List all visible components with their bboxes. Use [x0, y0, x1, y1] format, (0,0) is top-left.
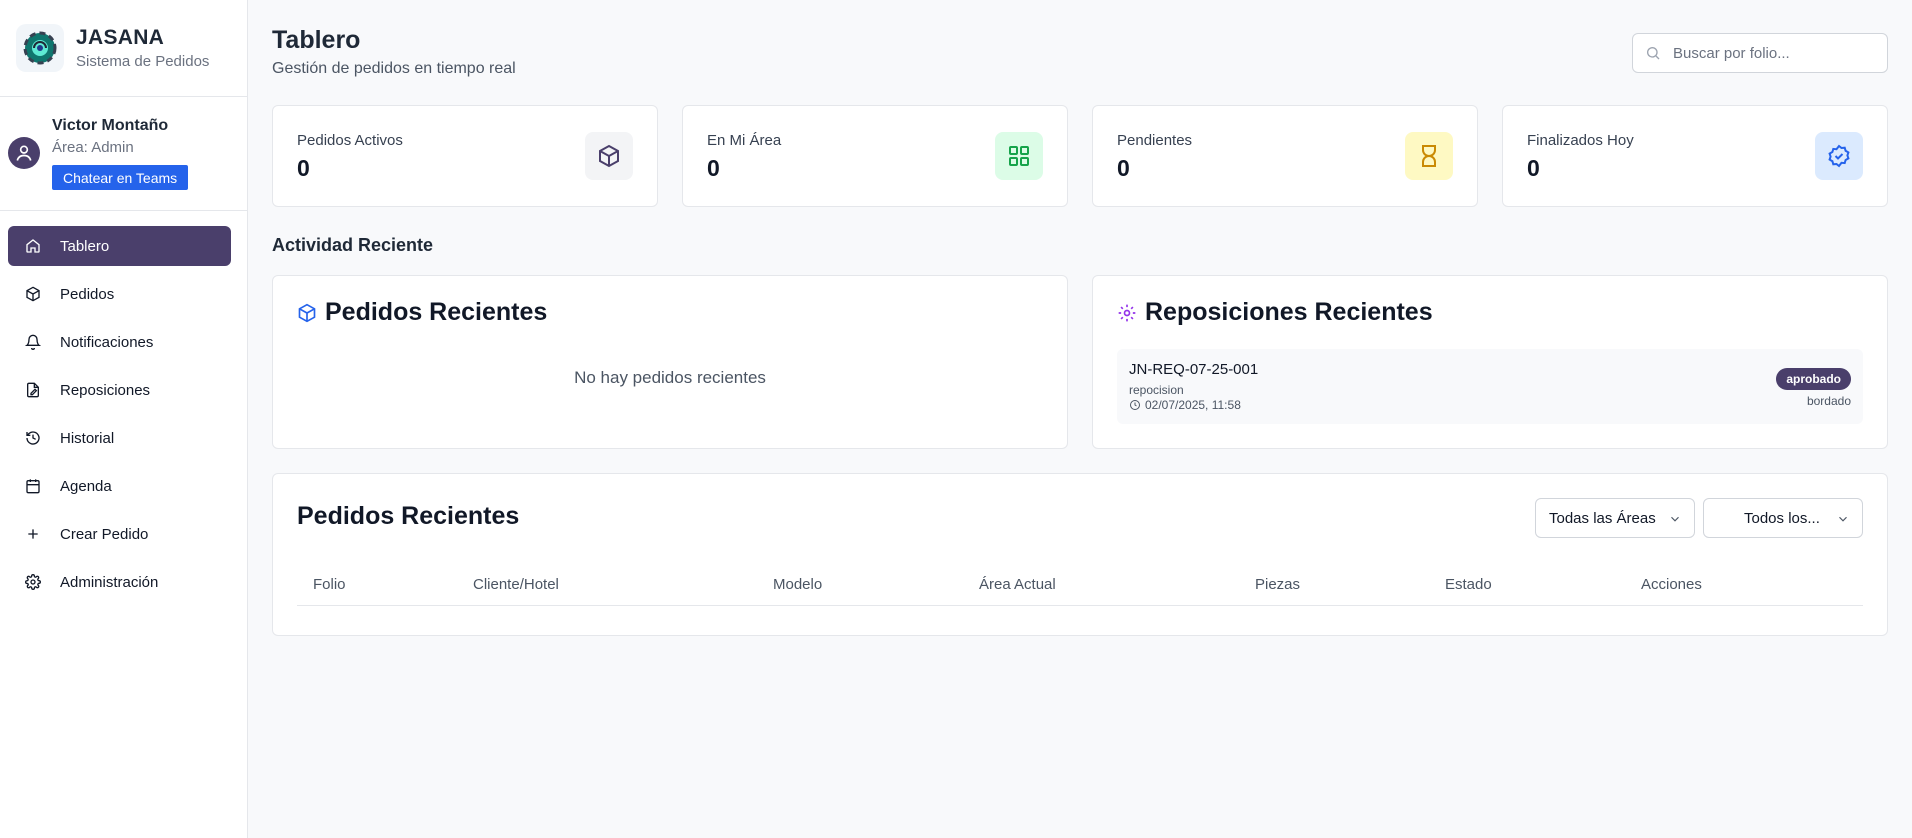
chevron-down-icon — [1839, 516, 1847, 522]
user-icon — [16, 145, 32, 161]
sidebar: JASANA Sistema de Pedidos Victor Montaño… — [0, 0, 248, 838]
search-input[interactable] — [1673, 44, 1883, 62]
stat-card-pedidos-activos: Pedidos Activos 0 — [272, 105, 658, 207]
list-item[interactable]: JN-REQ-07-25-001 repocision 02/07/2025, … — [1117, 349, 1863, 424]
section-title-actividad: Actividad Reciente — [272, 235, 434, 255]
repo-date: 02/07/2025, 11:58 — [1129, 398, 1241, 412]
stat-card-finalizados-hoy: Finalizados Hoy 0 — [1502, 105, 1888, 207]
search-icon — [1647, 47, 1660, 60]
sidebar-item-reposiciones[interactable]: Reposiciones — [8, 370, 231, 410]
package-icon — [24, 285, 42, 303]
gear-icon — [1117, 303, 1137, 323]
file-edit-icon — [24, 381, 42, 399]
search-box — [1632, 33, 1888, 73]
sidebar-item-label: Historial — [60, 429, 115, 447]
empty-state: No hay pedidos recientes — [574, 368, 766, 387]
repo-type: repocision — [1129, 383, 1184, 397]
stat-label: Pedidos Activos — [297, 132, 403, 149]
stat-value: 0 — [1527, 155, 1540, 181]
brand: JASANA Sistema de Pedidos — [0, 0, 247, 97]
repo-area: bordado — [1806, 394, 1851, 408]
calendar-icon — [24, 477, 42, 495]
sidebar-item-label: Crear Pedido — [60, 525, 149, 543]
stat-value: 0 — [297, 155, 310, 181]
column-header: Modelo — [773, 576, 823, 593]
area-filter-select[interactable]: Todas las Áreas — [1535, 498, 1695, 538]
page-subtitle: Gestión de pedidos en tiempo real — [272, 60, 516, 77]
sidebar-item-label: Notificaciones — [60, 333, 154, 351]
sidebar-item-label: Agenda — [60, 477, 112, 495]
panel-title: Pedidos Recientes — [325, 298, 548, 326]
badge-check-icon — [1815, 132, 1863, 180]
home-icon — [24, 237, 42, 255]
sidebar-item-historial[interactable]: Historial — [8, 418, 231, 458]
gear-icon — [24, 573, 42, 591]
recent-orders-panel: Pedidos Recientes No hay pedidos recient… — [272, 275, 1068, 449]
column-header: Acciones — [1641, 576, 1702, 593]
avatar — [8, 137, 40, 169]
stat-card-pendientes: Pendientes 0 — [1092, 105, 1478, 207]
column-header: Estado — [1445, 576, 1492, 593]
bell-icon — [24, 333, 42, 351]
page-title: Tablero — [272, 26, 361, 54]
logo-icon — [23, 31, 57, 65]
plus-icon — [24, 525, 42, 543]
grid-icon — [995, 132, 1043, 180]
stat-value: 0 — [707, 155, 720, 181]
stat-card-en-mi-area: En Mi Área 0 — [682, 105, 1068, 207]
repo-folio: JN-REQ-07-25-001 — [1129, 361, 1259, 378]
user-area: Área: Admin — [52, 139, 134, 156]
sidebar-item-label: Pedidos — [60, 285, 115, 303]
table-header-row: Folio Cliente/Hotel Modelo Área Actual P… — [297, 564, 1863, 606]
brand-logo — [16, 24, 64, 72]
stat-label: En Mi Área — [707, 132, 782, 149]
stat-value: 0 — [1117, 155, 1130, 181]
package-icon — [585, 132, 633, 180]
sidebar-item-label: Administración — [60, 573, 159, 591]
sidebar-item-administracion[interactable]: Administración — [8, 562, 231, 602]
user-panel: Victor Montaño Área: Admin Chatear en Te… — [0, 97, 247, 211]
stat-label: Pendientes — [1117, 132, 1193, 149]
sidebar-item-crear-pedido[interactable]: Crear Pedido — [8, 514, 231, 554]
status-badge: aprobado — [1776, 368, 1851, 390]
chevron-down-icon — [1671, 516, 1679, 522]
hourglass-icon — [1405, 132, 1453, 180]
panel-title: Reposiciones Recientes — [1145, 298, 1433, 326]
stat-label: Finalizados Hoy — [1527, 132, 1634, 149]
column-header: Piezas — [1255, 576, 1301, 593]
recent-repositions-panel: Reposiciones Recientes JN-REQ-07-25-001 … — [1092, 275, 1888, 449]
brand-subtitle: Sistema de Pedidos — [76, 53, 210, 70]
chat-teams-button[interactable]: Chatear en Teams — [52, 165, 189, 190]
history-icon — [24, 429, 42, 447]
sidebar-item-notificaciones[interactable]: Notificaciones — [8, 322, 231, 362]
package-icon — [297, 303, 317, 323]
status-filter-select[interactable]: Todos los... — [1703, 498, 1863, 538]
column-header: Folio — [313, 576, 346, 593]
sidebar-item-agenda[interactable]: Agenda — [8, 466, 231, 506]
column-header: Cliente/Hotel — [473, 576, 559, 593]
clock-icon — [1130, 400, 1140, 410]
sidebar-item-label: Reposiciones — [60, 381, 151, 399]
sidebar-nav: Tablero Pedidos Notificaciones Reposicio… — [0, 211, 247, 602]
brand-name: JASANA — [76, 26, 165, 49]
table-title: Pedidos Recientes — [297, 502, 520, 530]
sidebar-item-pedidos[interactable]: Pedidos — [8, 274, 231, 314]
orders-table-card: Pedidos Recientes Todas las Áreas Todos … — [272, 473, 1888, 636]
sidebar-item-label: Tablero — [60, 237, 110, 255]
user-name: Victor Montaño — [52, 117, 169, 134]
sidebar-item-tablero[interactable]: Tablero — [8, 226, 231, 266]
column-header: Área Actual — [979, 576, 1056, 593]
